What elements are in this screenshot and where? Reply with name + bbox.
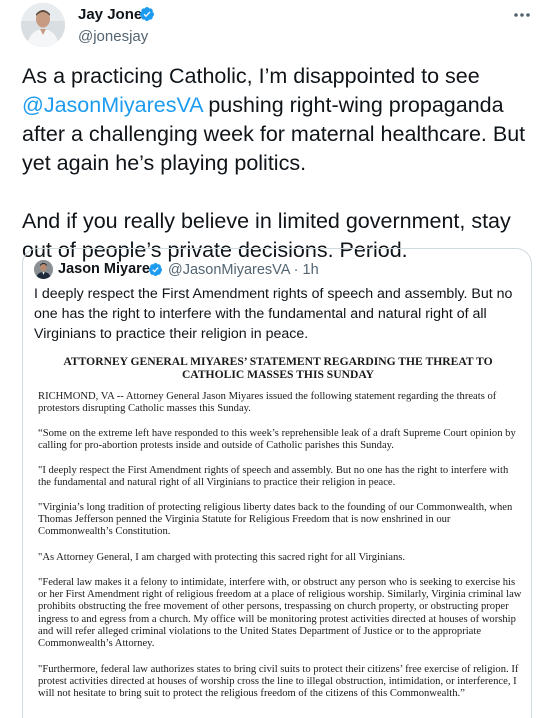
- document-title: ATTORNEY GENERAL MIYARES’ STATEMENT REGA…: [63, 355, 493, 381]
- tweet-text-segment: As a practicing Catholic, I’m disappoint…: [22, 64, 480, 88]
- tweet-paragraph: As a practicing Catholic, I’m disappoint…: [22, 62, 534, 178]
- tweet-header: Jay Jones @jonesjay: [0, 0, 551, 60]
- verified-badge-icon: [139, 7, 154, 21]
- quoted-author-name[interactable]: Jason Miyares: [58, 261, 158, 277]
- author-avatar[interactable]: [21, 3, 65, 47]
- document-paragraph: "As Attorney General, I am charged with …: [38, 552, 406, 563]
- document-paragraph: "Virginia’s long tradition of protecting…: [38, 502, 513, 538]
- quoted-tweet[interactable]: Jason Miyares @JasonMiyaresVA · 1h I dee…: [22, 248, 532, 718]
- quoted-media-document[interactable]: ATTORNEY GENERAL MIYARES’ STATEMENT REGA…: [23, 349, 531, 718]
- document-paragraph: “Some on the extreme left have responded…: [38, 428, 516, 452]
- document-paragraph: RICHMOND, VA -- Attorney General Jason M…: [38, 391, 497, 415]
- quoted-handle-time[interactable]: @JasonMiyaresVA · 1h: [168, 262, 319, 278]
- quoted-tweet-text: I deeply respect the First Amendment rig…: [34, 286, 513, 342]
- quoted-author-avatar[interactable]: [34, 260, 53, 279]
- document-paragraph: "Furthermore, federal law authorizes sta…: [38, 664, 519, 700]
- document-paragraph: "Federal law makes it a felony to intimi…: [38, 577, 522, 650]
- verified-badge-icon: [148, 262, 163, 277]
- author-handle[interactable]: @jonesjay: [78, 28, 148, 45]
- more-horizontal-icon[interactable]: [512, 6, 532, 24]
- document-paragraph: "I deeply respect the First Amendment ri…: [38, 465, 509, 489]
- mention-link[interactable]: @JasonMiyaresVA: [22, 93, 202, 117]
